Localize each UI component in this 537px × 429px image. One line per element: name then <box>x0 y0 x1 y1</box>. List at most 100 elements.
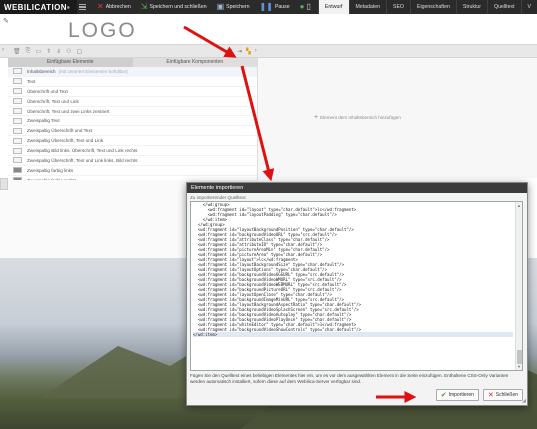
list-item-label: Zweispaltig Bild links, Überschrift, Tex… <box>27 148 138 154</box>
source-code-textarea[interactable]: </wd:group> <wd:fragment id="layout" typ… <box>190 201 523 371</box>
list-item-label: Inhaltsbereich <box>27 68 56 74</box>
list-item-label: Zweispaltig farbig links <box>27 167 74 173</box>
confirm-icon[interactable]: ✔ <box>228 48 233 55</box>
tab-entwurf[interactable]: Entwurf <box>317 0 349 14</box>
editor-actions: ✔ ⇥ ▚ › <box>228 48 257 55</box>
tab-insertable-elements[interactable]: Einfügbare Elemente <box>8 58 133 67</box>
list-item[interactable]: Inhaltsbereich (mit zentriert Elementen b… <box>8 67 257 77</box>
list-item[interactable]: Überschrift und Text <box>8 87 257 97</box>
list-item[interactable]: Zweispaltig Bild links, Überschrift, Tex… <box>8 146 257 157</box>
list-item-label: Überschrift und Text <box>27 88 68 94</box>
menu-icon[interactable] <box>78 3 86 11</box>
save-close-icon: ⇲ <box>140 2 148 11</box>
cancel-button-label: Abbrechen <box>105 4 131 10</box>
element-type-icon <box>13 167 22 174</box>
frame-icon[interactable]: ▢ <box>77 48 83 55</box>
paste-icon[interactable]: ▭ <box>35 48 41 55</box>
save-icon: ▣ <box>216 2 225 11</box>
add-element-hint-label: Element dem Inhaltsbereich hinzufügen <box>320 115 401 120</box>
element-type-icon <box>13 147 22 154</box>
move-up-icon[interactable]: ⇑ <box>46 48 51 55</box>
tab-insertable-components[interactable]: Einfügbare Komponenten <box>132 58 257 67</box>
import-icon[interactable]: ⇥ <box>237 48 242 55</box>
page-header: ✎ LOGO <box>0 14 537 44</box>
list-item-label: Überschrift, Text und zwei Links zentrie… <box>27 108 110 114</box>
element-type-icon <box>13 157 22 164</box>
dialog-info-text: Fügen Sie den Quelltext eines beliebigen… <box>190 373 509 384</box>
list-item[interactable]: Zweispaltig Text <box>8 116 257 127</box>
side-collapse-tab[interactable] <box>0 178 8 190</box>
list-item-label: Zweispaltig Überschrift und Text <box>27 128 93 134</box>
scroll-down-icon[interactable]: ▼ <box>517 364 521 369</box>
tab-struktur[interactable]: Struktur <box>455 0 487 14</box>
save-button-label: Speichern <box>226 4 250 10</box>
list-item[interactable]: Überschrift, Text und Link <box>8 97 257 107</box>
list-item[interactable]: Überschrift, Text und zwei Links zentrie… <box>8 107 257 117</box>
element-type-icon <box>13 108 22 114</box>
top-toolbar: WEBILICATION ® ✕ Abbrechen ⇲ Speichern un… <box>0 0 537 14</box>
save-and-close-button[interactable]: ⇲ Speichern und schließen <box>136 0 212 14</box>
list-item-label: Zweispaltig Überschrift, Text und Link <box>27 138 104 144</box>
list-item-label: Zweispaltig Überschrift, Text und Link l… <box>27 157 138 163</box>
tab-eigenschaften[interactable]: Eigenschaften <box>409 0 456 14</box>
group-icon[interactable]: ⚇ <box>66 48 71 55</box>
components-icon[interactable]: ▚ <box>246 48 251 55</box>
dialog-title: Elemente importieren <box>187 183 527 193</box>
scroll-up-icon[interactable]: ▲ <box>517 203 521 208</box>
element-type-icon <box>13 117 22 124</box>
brand-name: WEBILICATION <box>4 2 67 12</box>
list-item-label: Text <box>27 78 36 84</box>
pause-icon: ❚❚ <box>259 2 273 11</box>
expand-arrow-icon[interactable]: › <box>2 47 4 53</box>
save-button[interactable]: ▣ Speichern <box>212 0 255 14</box>
close-button-label: Schließen <box>495 392 518 398</box>
dialog-body: Zu importierender Quelltext </wd:group> … <box>190 195 526 385</box>
close-icon: ✕ <box>97 2 104 11</box>
tab-seo[interactable]: SEO <box>386 0 410 14</box>
next-arrow-icon[interactable]: › <box>255 48 257 55</box>
resize-grip-icon[interactable]: ◢ <box>522 398 526 404</box>
list-item[interactable]: Zweispaltig Überschrift, Text und Link l… <box>8 156 257 166</box>
source-code-label: Zu importierender Quelltext <box>190 195 246 200</box>
import-button[interactable]: ✔ Importieren <box>435 389 479 401</box>
vertical-scrollbar[interactable]: ▲ ▼ <box>515 202 522 370</box>
copy-icon[interactable]: ⎘ <box>26 48 31 55</box>
delete-icon[interactable]: 🗑 <box>13 48 21 55</box>
close-icon: ✕ <box>487 392 494 399</box>
tab-quelltext[interactable]: Quelltext <box>487 0 520 14</box>
list-item[interactable]: Zweispaltig Überschrift und Text <box>8 126 257 137</box>
list-item[interactable]: Zweispaltig Überschrift, Text und Link <box>8 136 257 147</box>
element-type-icon <box>13 127 22 134</box>
plus-icon: + <box>314 114 319 121</box>
import-elements-dialog: Elemente importieren Zu importierender Q… <box>186 182 528 406</box>
panel-tabs: Einfügbare Elemente Einfügbare Komponent… <box>8 58 257 67</box>
editor-toolbar: › 🗑 ⎘ ▭ ⇑ ⇓ ⚇ ▢ ✔ ⇥ ▚ › <box>0 44 537 58</box>
page-logo: LOGO <box>68 19 137 42</box>
element-type-icon <box>13 137 22 144</box>
code-line: </wd:item> <box>193 332 513 338</box>
list-item-hint: (mit zentriert Elementen befüllbar) <box>58 68 128 74</box>
element-type-icon <box>13 68 22 75</box>
dialog-buttons: ✔ Importieren ✕ Schließen <box>435 389 523 401</box>
tab-more[interactable]: V <box>520 0 537 14</box>
list-item-label: Überschrift, Text und Link <box>27 98 79 104</box>
scrollbar-thumb[interactable] <box>517 350 522 364</box>
editor-tools: 🗑 ⎘ ▭ ⇑ ⇓ ⚇ ▢ <box>13 48 82 55</box>
pause-button[interactable]: ❚❚ Pause <box>255 0 295 14</box>
save-and-close-label: Speichern und schließen <box>149 4 207 10</box>
list-item[interactable]: Zweispaltig farbig links <box>8 166 257 176</box>
element-type-icon <box>13 78 22 85</box>
cancel-button[interactable]: ✕ Abbrechen <box>92 0 136 14</box>
status-indicator: ● ▯ <box>295 0 318 14</box>
brand-registered-mark: ® <box>66 4 71 10</box>
close-button[interactable]: ✕ Schließen <box>482 389 523 401</box>
import-button-label: Importieren <box>448 392 474 398</box>
tab-metadaten[interactable]: Metadaten <box>348 0 387 14</box>
content-area: + Element dem Inhaltsbereich hinzufügen <box>258 58 537 178</box>
move-down-icon[interactable]: ⇓ <box>56 48 61 55</box>
status-green-icon: ● <box>299 2 305 11</box>
pencil-icon[interactable]: ✎ <box>3 17 9 25</box>
list-item[interactable]: Text <box>8 77 257 87</box>
document-icon: ▯ <box>306 2 311 11</box>
add-element-hint[interactable]: + Element dem Inhaltsbereich hinzufügen <box>314 114 401 121</box>
